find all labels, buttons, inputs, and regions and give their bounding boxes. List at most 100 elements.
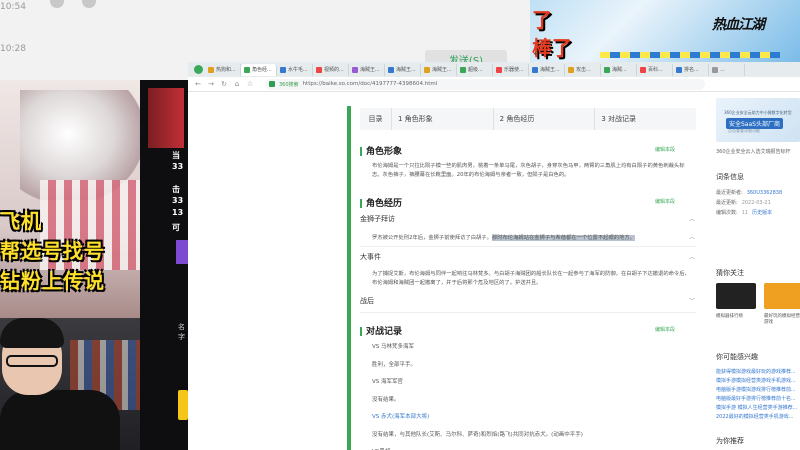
screen: 10:54 10:28 发送(S) 飞机 帮选号找号 钻粉上传说 当 33 击 …: [0, 0, 800, 450]
tab-label: 角色经...: [252, 67, 272, 73]
browser-tab[interactable]: 海贼王...: [529, 63, 565, 76]
subsection-title[interactable]: 大事件: [360, 252, 381, 262]
subsection-title[interactable]: 战后: [360, 296, 374, 306]
edit-section-link[interactable]: 编辑本段: [655, 198, 675, 205]
lock-icon: [269, 81, 275, 87]
chevron-up-icon[interactable]: ︿: [689, 232, 695, 241]
thumbnail-caption[interactable]: 模拟器排行榜: [716, 313, 743, 319]
tab-favicon-icon: [316, 66, 322, 73]
recommend-title: 为你推荐: [716, 437, 744, 445]
chevron-up-icon[interactable]: ︿: [689, 214, 695, 223]
tab-favicon-icon: [280, 66, 286, 73]
related-link[interactable]: 2022最好的模拟经营类手机游戏...: [716, 413, 797, 422]
home-icon[interactable]: ⌂: [233, 80, 241, 88]
toc-item-history[interactable]: 2 角色经历: [494, 108, 596, 130]
promo-text: 钻粉上传说: [0, 269, 105, 293]
game-emblem: [148, 88, 184, 148]
tab-favicon-icon: [208, 66, 214, 73]
tab-label: 热狗和...: [216, 67, 236, 73]
chat-time: 10:28: [0, 44, 26, 54]
related-link[interactable]: 能获得模拟游戏最好玩的游戏推荐...: [716, 368, 797, 377]
browser-tab[interactable]: 水牛毛...: [277, 63, 313, 76]
browser-tab[interactable]: 海贼王...: [421, 63, 457, 76]
tab-label: 海贼王...: [540, 67, 560, 73]
paragraph: 罗杰被公开处刑2年后，金狮子前使拜访了白胡子。那时布伦海姆站在金狮子与希蓓都在一…: [372, 235, 635, 241]
toc-item-battles[interactable]: 3 对战记录: [595, 108, 696, 130]
tab-favicon-icon: [388, 66, 394, 73]
glasses-icon: [6, 355, 58, 367]
toc-item-appearance[interactable]: 1 角色形象: [392, 108, 494, 130]
browser-tab[interactable]: ...: [709, 63, 745, 76]
browser-logo-icon[interactable]: [194, 65, 203, 74]
entry-info-row: 最近更新: 2022-03-21: [716, 200, 771, 206]
entry-info-title: 词条信息: [716, 173, 744, 181]
url-text[interactable]: https://baike.so.com/doc/4197777-4398604…: [303, 81, 438, 87]
battle-record-item: VS 马林梵多海军: [372, 344, 415, 350]
promo-text: 帮选号找号: [0, 239, 105, 263]
emoji-icon[interactable]: [50, 0, 64, 8]
chat-time: 10:54: [0, 2, 26, 12]
browser-tab[interactable]: 热狗和...: [205, 63, 241, 76]
battle-record-item: 没有结果，与其他队长(艾斯、马尔科、萨奇)和烈焰(路飞)共同对抗赤犬。(动画中平…: [372, 431, 583, 438]
file-icon[interactable]: [82, 0, 96, 8]
related-link[interactable]: 电脑版手游模拟游戏排行榜推荐前...: [716, 386, 797, 395]
browser-tab[interactable]: 百科...: [637, 63, 673, 76]
tab-favicon-icon: [424, 66, 430, 73]
tab-label: 视频的...: [324, 67, 344, 73]
ad-caption[interactable]: 360企业安全云入选艾瑞报告标杆: [716, 148, 791, 155]
chevron-down-icon[interactable]: ﹀: [689, 296, 695, 305]
tab-label: 海贼...: [612, 67, 627, 73]
maybe-link-list: 能获得模拟游戏最好玩的游戏推荐... 模拟手游模拟经营类游戏手机游戏... 电脑版手…: [716, 368, 797, 422]
tab-label: 攻击...: [576, 67, 591, 73]
ad-banner[interactable]: 360企业安全云助力中小微数字化转型 安全SaaS头部厂商 点击查看详细功能: [716, 98, 800, 142]
tab-favicon-icon: [568, 66, 574, 73]
browser-tab[interactable]: 海贼王...: [385, 63, 421, 76]
subsection-title[interactable]: 金狮子拜访: [360, 214, 395, 224]
tab-favicon-icon: [640, 66, 646, 73]
game-stat: 13: [172, 208, 184, 217]
browser-tab[interactable]: 海贼...: [601, 63, 637, 76]
paragraph: 布伦海姆是一个只拉比陨子模一些的肌肉男，桃着一条单马尾，灰色胡子，身穿灰色马甲，…: [372, 163, 685, 178]
tab-label: 超级...: [468, 67, 483, 73]
thumbnail-caption[interactable]: 最好玩的模拟经营游戏: [764, 313, 800, 325]
browser-tab[interactable]: 角色经...: [241, 63, 277, 76]
edit-section-link[interactable]: 编辑本段: [655, 146, 675, 153]
browser-tab[interactable]: 海贼王...: [349, 63, 385, 76]
back-icon[interactable]: ←: [194, 80, 202, 88]
tab-label: 乐器使...: [504, 67, 524, 73]
browser-tab[interactable]: 排名...: [673, 63, 709, 76]
related-link[interactable]: 电脑版最好手游排行榜推荐前十名...: [716, 395, 797, 404]
thumbnail[interactable]: [764, 283, 800, 309]
tab-favicon-icon: [460, 66, 466, 73]
thumbnail[interactable]: [716, 283, 756, 309]
battle-record-item[interactable]: VS 赤犬(海军本部大将): [372, 412, 429, 420]
forward-icon[interactable]: →: [207, 80, 215, 88]
tab-favicon-icon: [496, 66, 502, 73]
divider: [360, 246, 696, 247]
browser-tab[interactable]: 超级...: [457, 63, 493, 76]
reload-icon[interactable]: ↻: [220, 80, 228, 88]
tab-label: 海贼王...: [396, 67, 416, 73]
edit-section-link[interactable]: 编辑本段: [655, 326, 675, 333]
promo-text: 飞机: [0, 209, 42, 233]
star-icon[interactable]: ☆: [246, 80, 254, 88]
battle-record-item: VS 海军军官: [372, 379, 404, 385]
chevron-up-icon[interactable]: ︿: [689, 252, 695, 261]
battle-record-item: 没有结果。: [372, 396, 400, 403]
green-accent-bar: [347, 106, 351, 450]
browser-tab[interactable]: 乐器使...: [493, 63, 529, 76]
toc-title: 目录: [360, 108, 392, 130]
section-title-battles: 对战记录: [360, 324, 402, 337]
game-label: 名: [178, 323, 185, 331]
address-field[interactable]: 360搜索 https://baike.so.com/doc/4197777-4…: [265, 78, 705, 90]
game-logo: 热血江湖: [712, 17, 765, 33]
game-stat: 33: [172, 162, 184, 171]
browser-tab[interactable]: 视频的...: [313, 63, 349, 76]
related-link[interactable]: 模拟手游模拟经营类游戏手机游戏...: [716, 377, 797, 386]
tab-label: 水牛毛...: [288, 67, 308, 73]
entry-info-row: 最近更新者: 360U3362838: [716, 190, 783, 196]
related-link[interactable]: 模拟手游 模拟人生经营类手游推荐...: [716, 404, 797, 413]
browser-tab[interactable]: 攻击...: [565, 63, 601, 76]
page-content: 目录 1 角色形象 2 角色经历 3 对战记录 角色形象 编辑本段 布伦海姆是一…: [188, 92, 800, 450]
ad-text: 点击查看详细功能: [728, 128, 760, 133]
